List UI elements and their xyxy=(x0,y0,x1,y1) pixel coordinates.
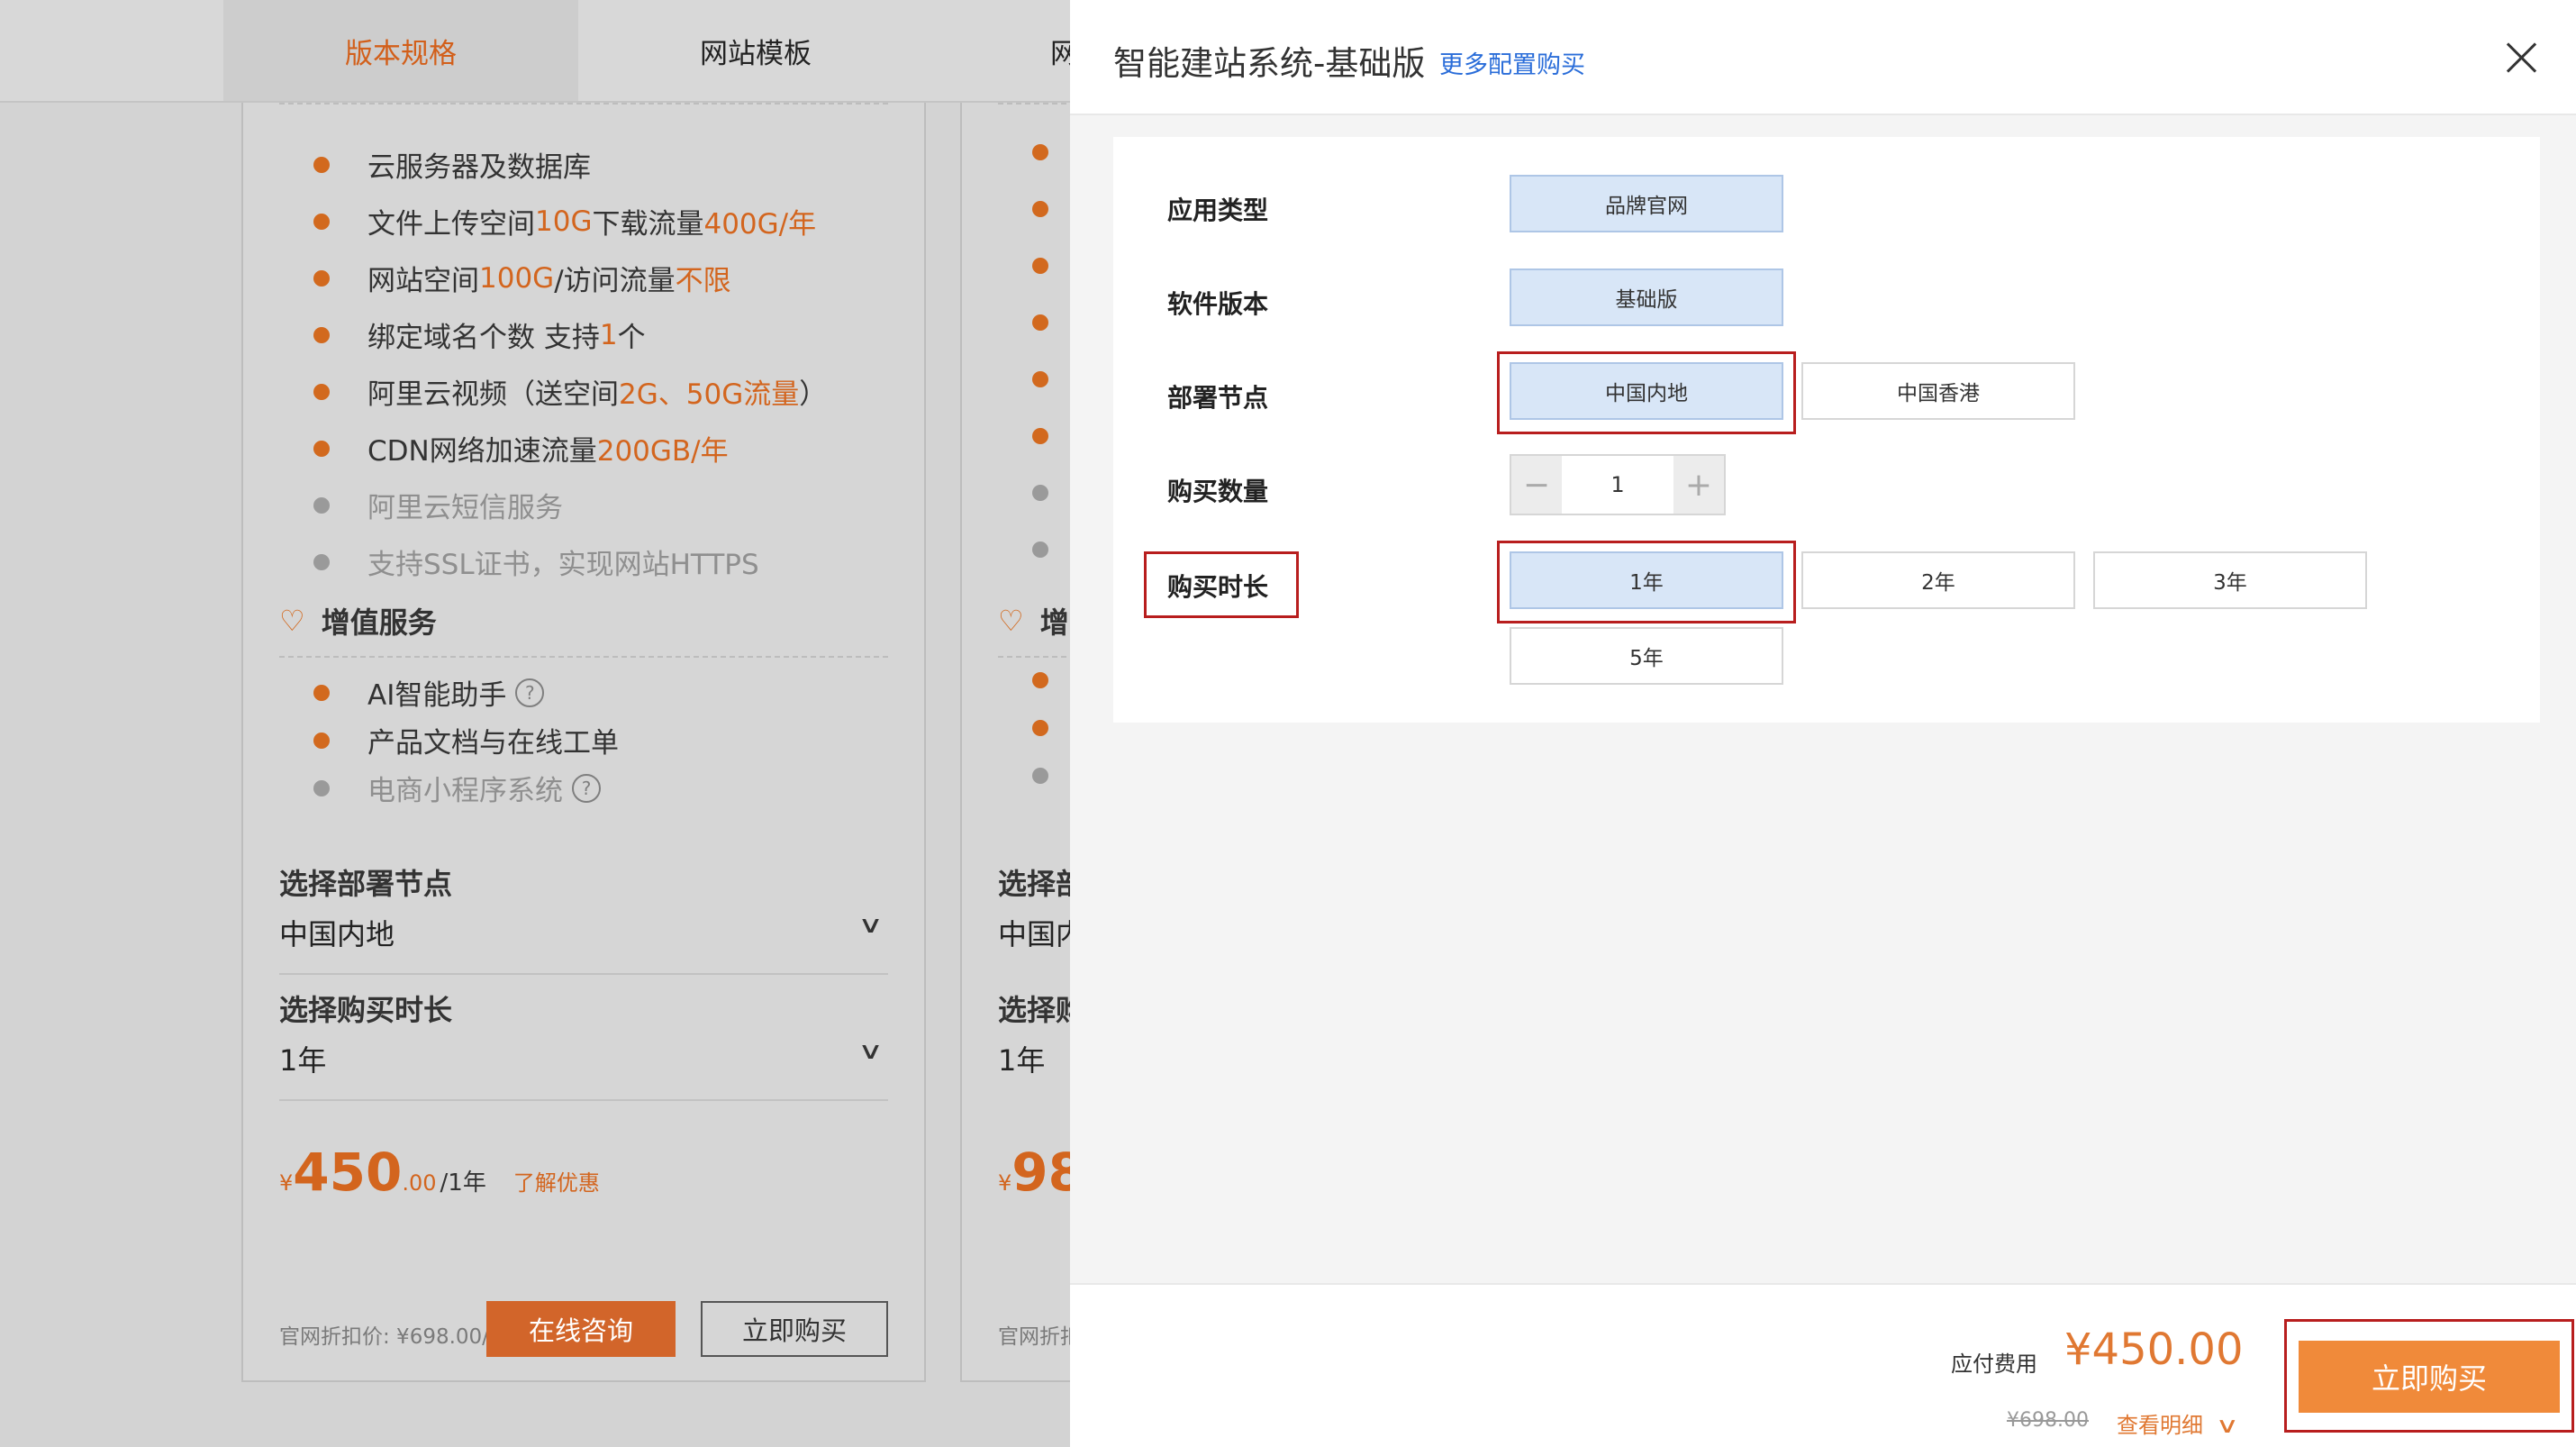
option-3-years[interactable]: 3年 xyxy=(2093,551,2367,609)
plan-card-basic: 云服务器及数据库 文件上传空间 10G 下载流量 400G/年 网站空间 100G/访… xyxy=(241,103,926,1382)
quantity-stepper: − 1 + xyxy=(1510,454,1726,515)
plan-price: ¥ 450 .00 /1年 了解优惠 xyxy=(279,1142,600,1203)
bullet-icon xyxy=(313,326,330,343)
tab-site-templates[interactable]: 网站模板 xyxy=(578,0,933,101)
bullet-icon xyxy=(1032,428,1048,444)
bullet-icon xyxy=(313,553,330,570)
chevron-down-icon[interactable]: ∨ xyxy=(857,1038,884,1065)
divider xyxy=(279,973,888,975)
bullet-icon xyxy=(313,156,330,173)
option-1-year[interactable]: 1年 xyxy=(1510,551,1783,609)
list-item: 产品文档与在线工单 xyxy=(313,720,619,760)
original-price: ¥698.00 xyxy=(2007,1409,2089,1432)
minus-icon[interactable]: − xyxy=(1511,456,1562,514)
bullet-icon xyxy=(313,732,330,749)
list-item: 绑定域名个数 支持 1 个 xyxy=(313,314,646,355)
bullet-icon xyxy=(313,269,330,287)
tab-partial[interactable]: 网 xyxy=(933,0,1070,101)
fee-label: 应付费用 xyxy=(1951,1351,2037,1377)
duration-select[interactable]: 1年 xyxy=(279,1038,326,1079)
quantity-input[interactable]: 1 xyxy=(1562,456,1673,514)
list-item: CDN网络加速流量 200GB/年 xyxy=(313,428,729,469)
option-china-mainland[interactable]: 中国内地 xyxy=(1510,362,1783,420)
divider xyxy=(279,656,888,658)
option-2-years[interactable]: 2年 xyxy=(1801,551,2075,609)
fee-amount: ¥450.00 xyxy=(2064,1324,2244,1375)
bullet-icon xyxy=(1032,258,1048,274)
bullet-icon xyxy=(1032,768,1048,784)
drawer-footer: 应付费用 ¥450.00 ¥698.00 查看明细 ∨ 立即购买 xyxy=(1070,1283,2576,1447)
help-icon[interactable]: ? xyxy=(572,773,601,803)
bullet-icon xyxy=(313,684,330,701)
more-config-link[interactable]: 更多配置购买 xyxy=(1439,45,1585,80)
list-item: 阿里云视频（送空间 2G、50G流量） xyxy=(313,371,827,412)
purchase-drawer: 智能建站系统-基础版 更多配置购买 应用类型 品牌官网 软件版本 基础版 部署节… xyxy=(1070,0,2576,1447)
software-version-label: 软件版本 xyxy=(1167,289,1269,319)
duration-label: 购买时长 xyxy=(1167,572,1269,602)
value-added-title: ♡ 增 xyxy=(998,604,1069,640)
close-icon[interactable] xyxy=(2500,36,2544,79)
deploy-node-label: 部署节点 xyxy=(1167,383,1269,413)
bullet-icon xyxy=(1032,541,1048,558)
heart-icon: ♡ xyxy=(279,604,305,638)
deploy-node-label: 选择部署节点 xyxy=(279,867,453,901)
list-price: 官网折扣 xyxy=(998,1325,1081,1349)
app-type-label: 应用类型 xyxy=(1167,196,1269,225)
bullet-icon xyxy=(1032,672,1048,688)
list-item: 网站空间 100G/访问流量 不限 xyxy=(313,258,731,298)
heart-icon: ♡ xyxy=(998,604,1024,638)
option-hong-kong[interactable]: 中国香港 xyxy=(1801,362,2075,420)
duration-select[interactable]: 1年 xyxy=(998,1038,1045,1079)
chevron-down-icon[interactable]: ∨ xyxy=(2215,1413,2238,1438)
option-basic-version[interactable]: 基础版 xyxy=(1510,268,1783,326)
bullet-icon xyxy=(313,779,330,796)
option-brand-site[interactable]: 品牌官网 xyxy=(1510,175,1783,232)
consult-button[interactable]: 在线咨询 xyxy=(486,1301,676,1357)
option-5-years[interactable]: 5年 xyxy=(1510,627,1783,685)
bullet-icon xyxy=(313,440,330,457)
plus-icon[interactable]: + xyxy=(1673,456,1724,514)
bullet-icon xyxy=(1032,314,1048,331)
divider xyxy=(279,103,888,105)
config-panel: 应用类型 品牌官网 软件版本 基础版 部署节点 中国内地 中国香港 购买数量 −… xyxy=(1113,137,2540,723)
quantity-label: 购买数量 xyxy=(1167,477,1269,506)
promo-link[interactable]: 了解优惠 xyxy=(513,1165,600,1197)
list-item: 云服务器及数据库 xyxy=(313,144,591,185)
bullet-icon xyxy=(1032,485,1048,501)
duration-label: 选择购买时长 xyxy=(279,993,453,1027)
value-added-title: ♡ 增值服务 xyxy=(279,604,437,640)
buy-now-button[interactable]: 立即购买 xyxy=(2299,1341,2560,1413)
list-item: AI智能助手 ? xyxy=(313,672,545,713)
deploy-node-select[interactable]: 中国内地 xyxy=(279,912,395,953)
list-item: 阿里云短信服务 xyxy=(313,485,563,525)
list-item: 文件上传空间 10G 下载流量 400G/年 xyxy=(313,201,816,241)
buy-now-button[interactable]: 立即购买 xyxy=(701,1301,888,1357)
bullet-icon xyxy=(313,383,330,400)
bullet-icon xyxy=(1032,371,1048,387)
divider xyxy=(279,1099,888,1101)
help-icon[interactable]: ? xyxy=(515,678,545,707)
bullet-icon xyxy=(1032,720,1048,736)
drawer-title: 智能建站系统-基础版 xyxy=(1113,44,1426,83)
chevron-down-icon[interactable]: ∨ xyxy=(857,912,884,939)
drawer-header: 智能建站系统-基础版 更多配置购买 xyxy=(1070,0,2576,115)
tab-version-spec[interactable]: 版本规格 xyxy=(223,0,578,101)
list-item: 电商小程序系统 ? xyxy=(313,768,601,808)
list-item: 支持SSL证书，实现网站HTTPS xyxy=(313,541,759,582)
view-details-link[interactable]: 查看明细 ∨ xyxy=(2117,1407,2239,1439)
bullet-icon xyxy=(313,213,330,230)
bullet-icon xyxy=(1032,144,1048,160)
bullet-icon xyxy=(1032,201,1048,217)
bullet-icon xyxy=(313,496,330,514)
